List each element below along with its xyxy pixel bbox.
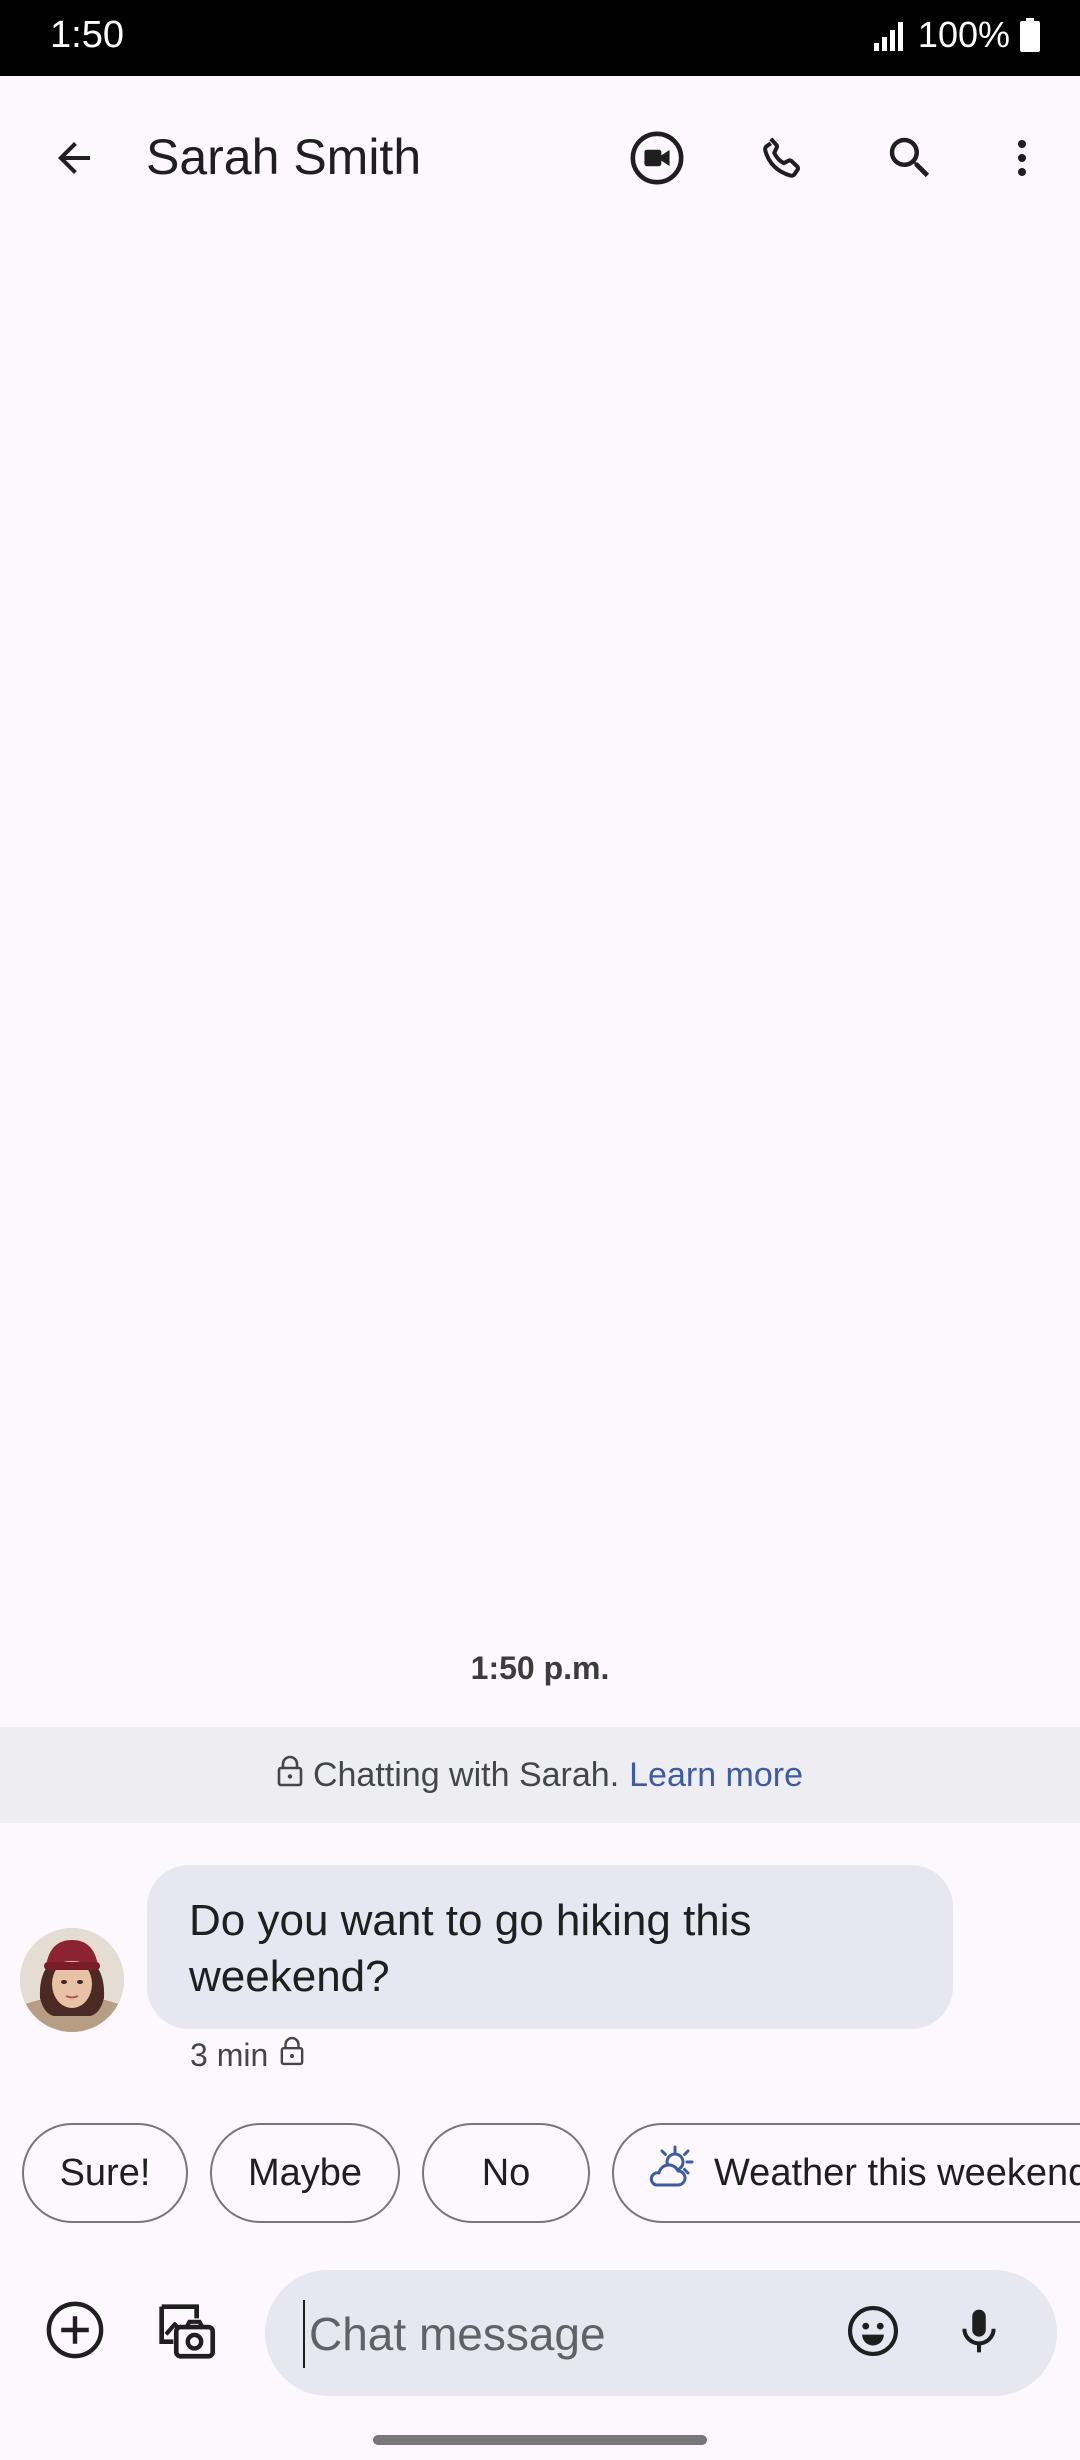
- suggestion-chip-sure[interactable]: Sure!: [22, 2123, 188, 2223]
- signal-icon: [872, 19, 908, 51]
- time-divider: 1:50 p.m.: [470, 1650, 610, 1686]
- add-attachment-button[interactable]: [31, 2288, 119, 2376]
- back-button[interactable]: [30, 116, 118, 204]
- home-indicator[interactable]: [373, 2435, 707, 2445]
- more-options-button[interactable]: [978, 116, 1066, 204]
- video-call-button[interactable]: [613, 116, 701, 204]
- gallery-camera-icon: [150, 2295, 220, 2370]
- mic-icon: [952, 2304, 1006, 2363]
- suggestion-chip-no[interactable]: No: [422, 2123, 590, 2223]
- more-vert-icon: [998, 134, 1046, 187]
- banner-text: Chatting with Sarah.: [312, 1755, 620, 1794]
- search-button[interactable]: [866, 116, 954, 204]
- conversation-title: Sarah Smith: [146, 129, 422, 185]
- suggestion-chips: Sure! Maybe No Weather this weekend: [0, 2123, 1080, 2227]
- chat-message-input[interactable]: [303, 2300, 791, 2368]
- message-text: Do you want to go hiking this weekend?: [189, 1896, 752, 2001]
- weather-icon: [646, 2145, 696, 2201]
- battery-percent: 100%: [917, 14, 1010, 55]
- call-button[interactable]: [739, 116, 827, 204]
- status-bar: 1:50 100%: [0, 0, 1080, 76]
- message-meta: 3 min: [190, 2036, 304, 2074]
- suggestion-chip-weather-label: Weather this weekend: [714, 2151, 1080, 2194]
- lock-icon: [280, 2036, 304, 2074]
- back-arrow-icon: [50, 134, 98, 187]
- phone-icon: [756, 131, 810, 190]
- emoji-button[interactable]: [829, 2289, 917, 2377]
- compose-bar: [0, 2262, 1080, 2402]
- emoji-icon: [844, 2302, 902, 2365]
- suggestion-chip-weather[interactable]: Weather this weekend: [612, 2123, 1080, 2223]
- search-icon: [883, 131, 937, 190]
- encryption-banner: Chatting with Sarah. Learn more: [0, 1727, 1080, 1823]
- video-call-icon: [628, 129, 686, 192]
- add-circle-icon: [42, 2297, 108, 2368]
- status-indicators: 100%: [872, 14, 1040, 56]
- status-time: 1:50: [50, 14, 124, 56]
- suggestion-chip-maybe[interactable]: Maybe: [210, 2123, 400, 2223]
- message-bubble[interactable]: Do you want to go hiking this weekend?: [147, 1865, 953, 2029]
- gallery-button[interactable]: [141, 2288, 229, 2376]
- lock-icon: [277, 1755, 303, 1796]
- voice-input-button[interactable]: [935, 2289, 1023, 2377]
- avatar[interactable]: [20, 1928, 124, 2032]
- message-input-container: [265, 2270, 1057, 2396]
- app-bar: Sarah Smith: [0, 76, 1080, 246]
- battery-icon: [1020, 18, 1040, 52]
- learn-more-link[interactable]: Learn more: [629, 1756, 803, 1795]
- message-timestamp: 3 min: [190, 2036, 269, 2073]
